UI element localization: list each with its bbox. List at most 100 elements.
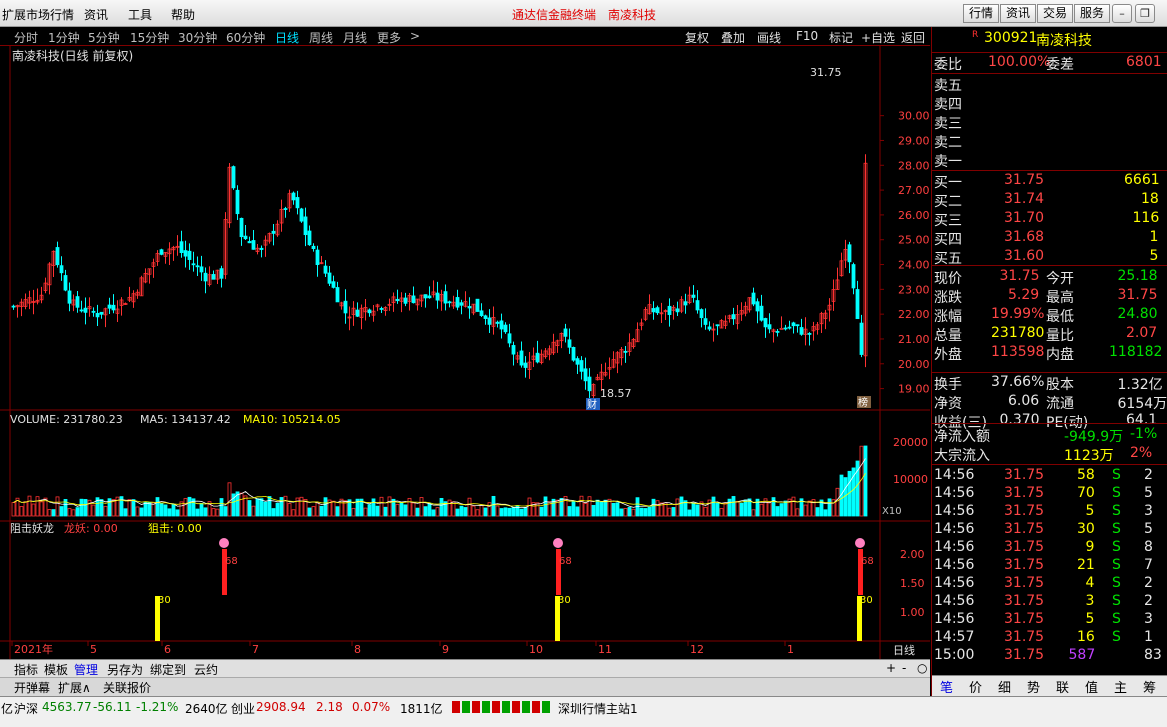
quote-tab[interactable]: 筹 [1143, 677, 1156, 696]
buy-volume: 6661 [1124, 172, 1160, 188]
volume-ma10: MA10: 105214.05 [243, 413, 341, 426]
price-tick-label: 25.00 [898, 234, 930, 247]
volume-bar [643, 508, 648, 517]
quote-tab[interactable]: 主 [1114, 677, 1127, 696]
candle [335, 287, 340, 303]
volume-bar [679, 496, 684, 517]
candle [847, 244, 852, 263]
quote-tab[interactable]: 笔 [940, 677, 953, 696]
period-monthly[interactable]: 月线 [343, 29, 367, 46]
tick-time: 14:56 [934, 503, 975, 519]
candle [475, 298, 480, 312]
quote-tab[interactable]: 联 [1056, 677, 1069, 696]
zoom-out-button[interactable]: - [902, 661, 906, 675]
expand-button[interactable]: 扩展∧ [58, 679, 91, 696]
zoom-reset-button[interactable]: ○ [917, 661, 927, 675]
volume-bar [171, 503, 176, 517]
period-weekly[interactable]: 周线 [309, 29, 333, 46]
f10-button[interactable]: F10 [796, 29, 818, 43]
chart-title: 南凌科技(日线 前复权) [12, 48, 133, 63]
volume-bar [299, 496, 304, 517]
menu-tools[interactable]: 工具 [128, 6, 152, 23]
volume-bar [371, 498, 376, 517]
tick-row: 14:56 31.75 70 S 5 [932, 485, 1167, 503]
candle [195, 265, 200, 268]
date-tick-label: 12 [690, 643, 704, 656]
overlay-button[interactable]: 叠加 [721, 29, 745, 46]
volume-bar [307, 507, 312, 517]
menu-help[interactable]: 帮助 [171, 6, 195, 23]
tab-bind[interactable]: 绑定到 [150, 661, 186, 678]
stat-value: 31.75 [1117, 287, 1158, 303]
volume-bar [655, 500, 660, 517]
restore-icon[interactable]: ❐ [1135, 4, 1155, 23]
period-60min[interactable]: 60分钟 [226, 29, 265, 46]
tab-indicator[interactable]: 指标 [14, 661, 38, 678]
quote-tab[interactable]: 势 [1027, 677, 1040, 696]
volume-bar [575, 506, 580, 517]
quote-tab[interactable]: 值 [1085, 677, 1098, 696]
candle [411, 295, 416, 304]
related-quotes-button[interactable]: 关联报价 [103, 679, 151, 696]
chevron-right-icon[interactable]: > [410, 29, 420, 43]
stat-label: 现价 [934, 271, 962, 287]
restore-rights-button[interactable]: 复权 [685, 29, 709, 46]
danmaku-toggle[interactable]: 开弹幕 [14, 679, 50, 696]
flow-pct: -1% [1130, 426, 1158, 442]
tab-manage[interactable]: 管理 [74, 661, 98, 678]
price-tick-label: 28.00 [898, 159, 930, 172]
period-15min[interactable]: 15分钟 [130, 29, 169, 46]
volume-bar [335, 506, 340, 517]
price-tick-label: 20.00 [898, 358, 930, 371]
period-30min[interactable]: 30分钟 [178, 29, 217, 46]
volume-bar [23, 501, 28, 517]
flow-label: 净流入额 [934, 429, 990, 445]
volume-bar [83, 499, 88, 517]
menu-extended-market[interactable]: 扩展市场行情 [2, 6, 74, 23]
kline-chart[interactable]: 68 68 6830 30 30 南凌科技(日线 前复权) 31.75 18.57 财 … [0, 46, 930, 659]
volume-bar [11, 502, 16, 517]
menu-news[interactable]: 资讯 [84, 6, 108, 23]
add-watchlist-button[interactable]: +自选 [861, 29, 895, 46]
quotes-button[interactable]: 行情 [963, 4, 1000, 23]
candle [583, 368, 588, 382]
status-sz-amount: 2640亿 [185, 702, 228, 716]
period-5min[interactable]: 5分钟 [88, 29, 120, 46]
quote-tab[interactable]: 细 [998, 677, 1011, 696]
volume-bar [51, 509, 56, 517]
trade-button[interactable]: 交易 [1037, 4, 1074, 23]
volume-bar [675, 498, 680, 517]
draw-line-button[interactable]: 画线 [757, 29, 781, 46]
volume-bar [711, 496, 716, 517]
volume-bar [71, 509, 76, 517]
volume-bar [175, 509, 180, 517]
volume-bar [103, 505, 108, 517]
tab-cloud[interactable]: 云约 [194, 661, 218, 678]
stat-label: 涨幅 [934, 309, 962, 325]
volume-bar [135, 506, 140, 517]
indicator-tick-label: 1.50 [900, 577, 925, 590]
period-daily[interactable]: 日线 [275, 29, 299, 46]
tab-save-as[interactable]: 另存为 [107, 661, 143, 678]
kline-chart-area[interactable]: 68 68 68 30 30 30 南凌科技(日线 前复权) 31.75 18.57 财 … [0, 46, 930, 661]
volume-bar [411, 502, 416, 517]
mark-button[interactable]: 标记 [829, 29, 853, 46]
zoom-in-button[interactable]: + [886, 661, 896, 675]
volume-bar [567, 506, 572, 517]
period-timeshare[interactable]: 分时 [14, 29, 38, 46]
back-button[interactable]: 返回 [901, 29, 925, 46]
volume-bar [219, 498, 224, 517]
candle [95, 313, 100, 318]
minimize-icon[interactable]: – [1112, 4, 1132, 23]
candle [855, 289, 860, 320]
tab-template[interactable]: 模板 [44, 661, 68, 678]
news-button[interactable]: 资讯 [1000, 4, 1037, 23]
volume-bar [619, 508, 624, 517]
period-1min[interactable]: 1分钟 [48, 29, 80, 46]
volume-bar [491, 495, 496, 517]
period-more[interactable]: 更多 [377, 29, 401, 46]
sell-level-label: 卖三 [934, 116, 962, 132]
service-button[interactable]: 服务 [1074, 4, 1111, 23]
quote-tab[interactable]: 价 [969, 677, 982, 696]
server-name[interactable]: 深圳行情主站1 [558, 700, 638, 717]
